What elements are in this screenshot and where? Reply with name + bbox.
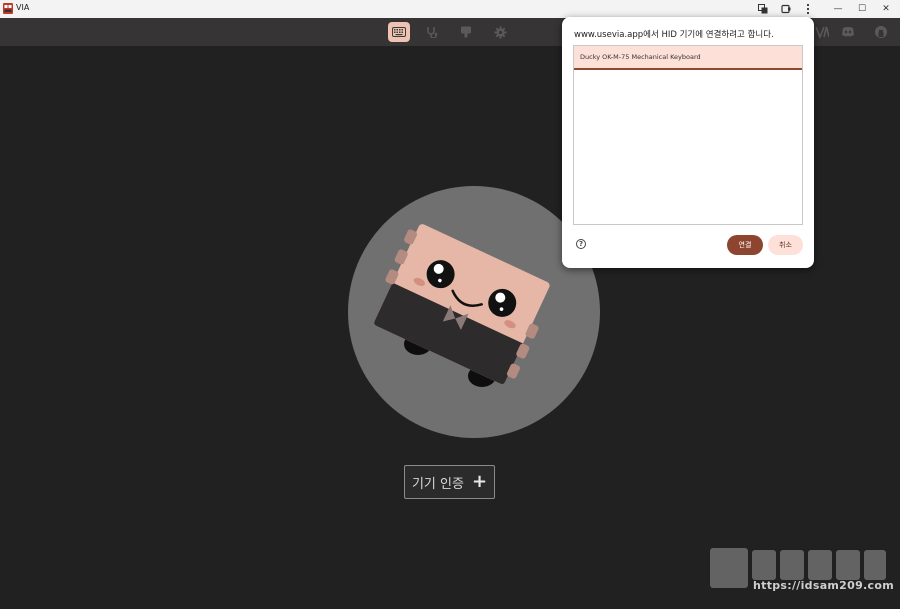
help-icon[interactable]: ? <box>576 239 586 249</box>
tab-design[interactable] <box>455 22 477 42</box>
stethoscope-icon <box>427 27 438 38</box>
tab-key-tester[interactable] <box>421 22 443 42</box>
plus-icon: + <box>471 471 488 492</box>
discord-icon[interactable] <box>841 25 855 39</box>
authorize-device-button[interactable]: 기기 인증 + <box>404 465 495 499</box>
maximize-button[interactable]: ☐ <box>850 0 874 18</box>
device-list-item[interactable]: Ducky OK-M-75 Mechanical Keyboard <box>574 46 802 70</box>
tab-configure[interactable] <box>388 22 410 42</box>
via-app-icon <box>3 3 13 14</box>
keyboard-icon <box>392 27 406 37</box>
dialog-title: www.usevia.app에서 HID 기기에 연결하려고 합니다. <box>574 30 774 40</box>
extensions-icon[interactable] <box>774 0 798 18</box>
translate-icon[interactable] <box>751 0 775 18</box>
watermark-url: https://idsam209.com <box>753 579 894 592</box>
device-list[interactable]: Ducky OK-M-75 Mechanical Keyboard <box>573 45 803 225</box>
connect-button[interactable]: 연결 <box>727 235 763 255</box>
window-title: VIA <box>16 3 30 12</box>
github-icon[interactable] <box>874 25 888 39</box>
gear-icon <box>494 26 506 38</box>
via-logo-icon[interactable] <box>815 25 829 39</box>
more-options-icon[interactable] <box>796 0 820 18</box>
cancel-button[interactable]: 취소 <box>768 235 803 255</box>
close-button[interactable]: ✕ <box>874 0 898 18</box>
hid-permission-dialog: www.usevia.app에서 HID 기기에 연결하려고 합니다. Duck… <box>562 17 814 268</box>
minimize-button[interactable]: — <box>826 0 850 18</box>
tab-settings[interactable] <box>489 22 511 42</box>
authorize-device-label: 기기 인증 <box>411 476 464 492</box>
design-icon <box>461 26 471 38</box>
title-bar: VIA — ☐ ✕ <box>0 0 900 18</box>
device-name: Ducky OK-M-75 Mechanical Keyboard <box>580 53 701 61</box>
